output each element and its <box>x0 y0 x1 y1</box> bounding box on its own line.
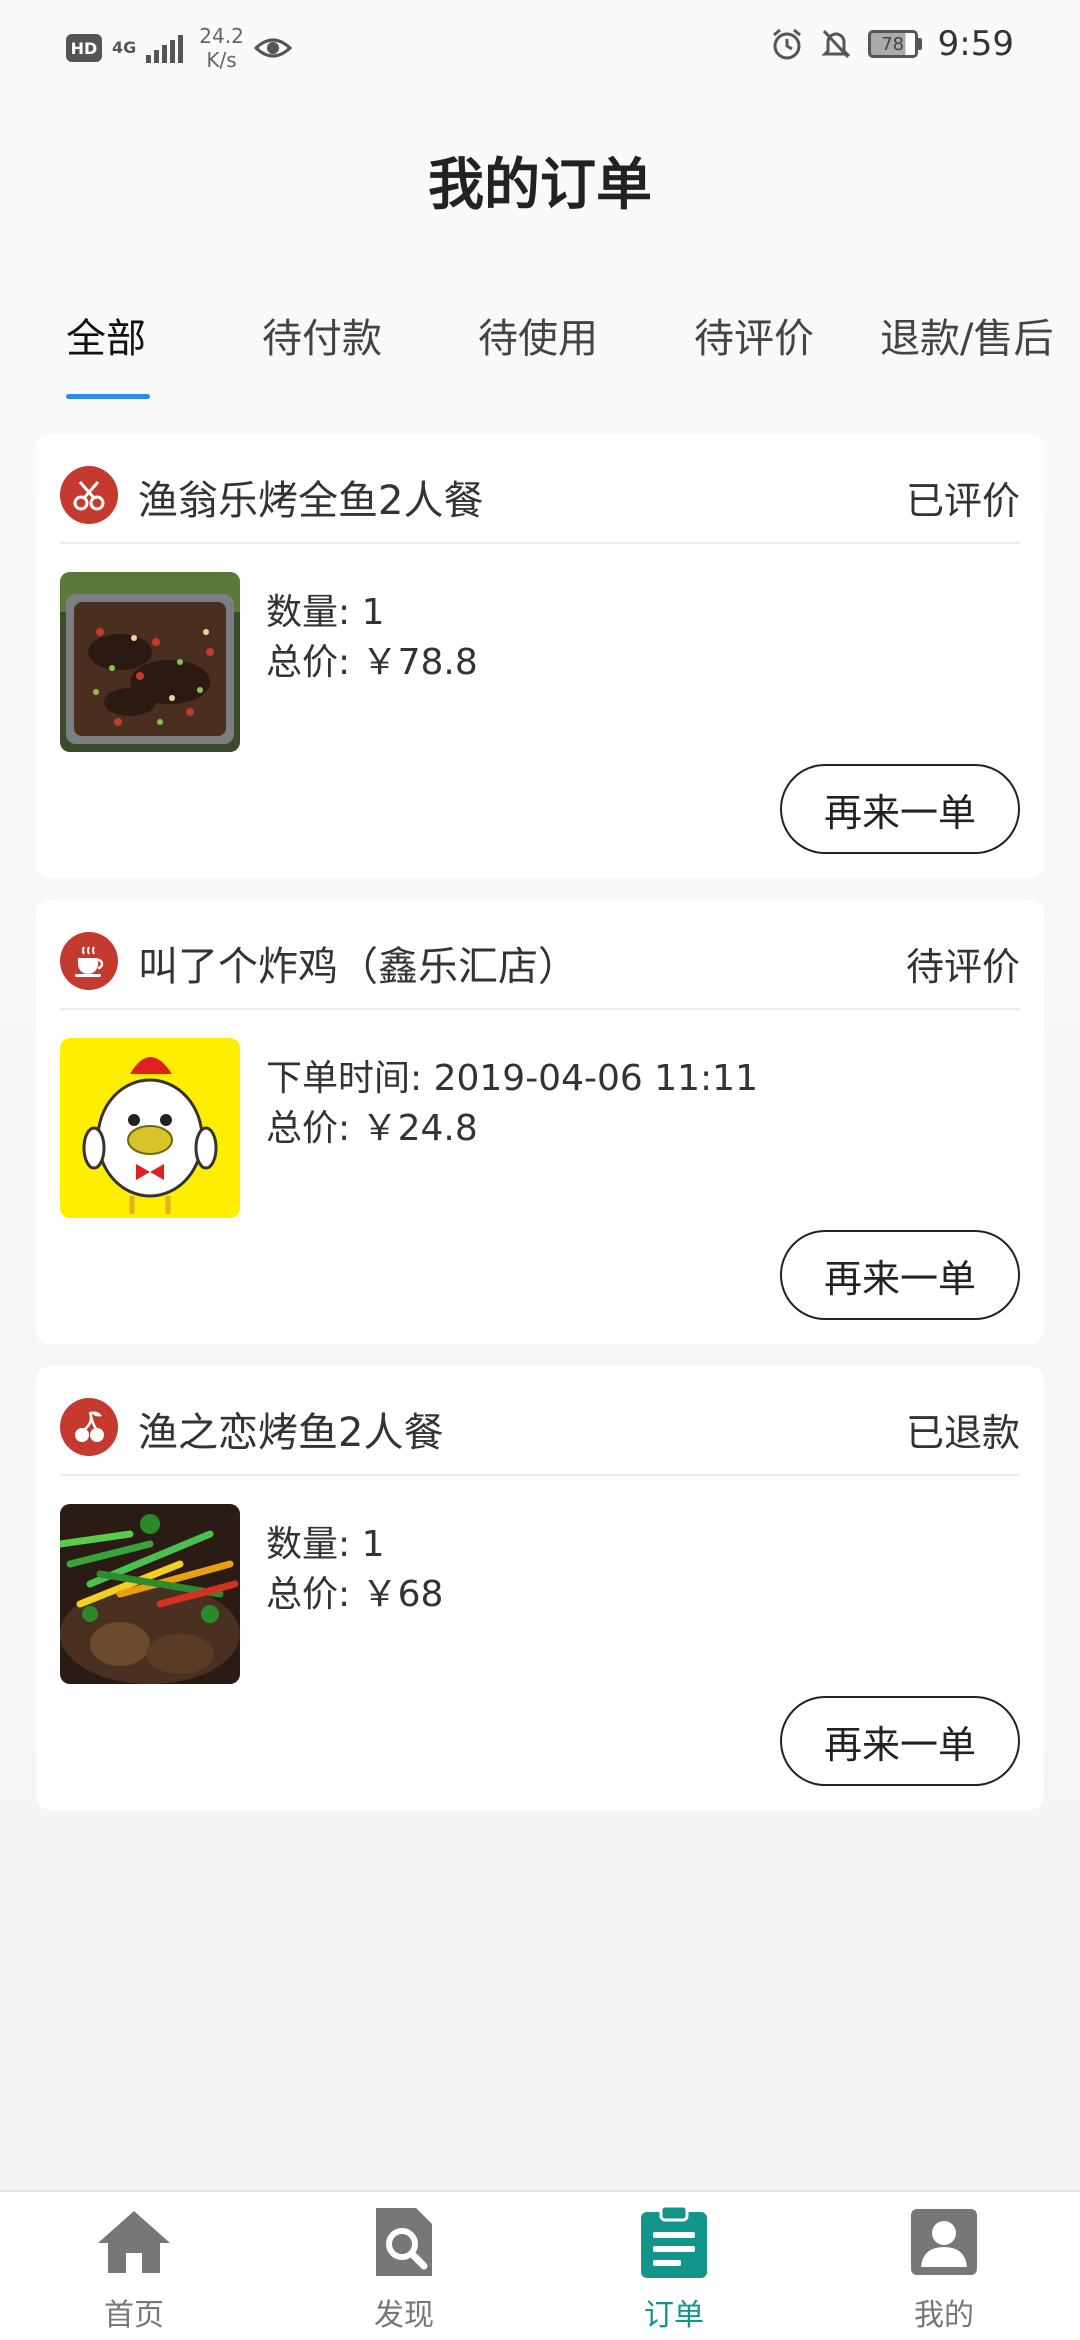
bottom-nav: 首页 发现 订单 我的 <box>0 2190 1080 2340</box>
battery-icon: 78 <box>867 30 922 58</box>
order-status: 已退款 <box>905 1411 1020 1455</box>
shop-name[interactable]: 叫了个炸鸡（鑫乐汇店） <box>138 934 578 992</box>
order-time: 下单时间: 2019-04-06 11:11 <box>266 1058 758 1099</box>
order-total: 总价: ￥78.8 <box>266 642 478 683</box>
network-speed-unit: K/s <box>206 48 237 72</box>
battery-level: 78 <box>867 30 918 58</box>
order-total: 总价: ￥68 <box>266 1574 444 1615</box>
reorder-button[interactable]: 再来一单 <box>780 764 1020 854</box>
scissors-icon <box>60 466 118 524</box>
order-info-line1: 数量: 1 <box>266 592 385 633</box>
order-card-header: 叫了个炸鸡（鑫乐汇店） 待评价 <box>60 900 1020 1010</box>
order-card[interactable]: 渔翁乐烤全鱼2人餐 已评价 数量: 1 总价: ￥78.8 再来一单 <box>36 434 1044 878</box>
order-card[interactable]: 渔之恋烤鱼2人餐 已退款 数量: 1 总价: ￥68 再来一单 <box>36 1366 1044 1810</box>
orders-clipboard-icon <box>636 2204 712 2280</box>
alarm-icon <box>772 28 801 60</box>
order-info: 数量: 1 总价: ￥68 <box>266 1520 443 1620</box>
status-bar: HD 4G 24.2 K/s 78 9:59 <box>0 0 1080 90</box>
reorder-button[interactable]: 再来一单 <box>780 1696 1020 1786</box>
nav-item-home[interactable]: 首页 <box>34 2204 234 2340</box>
status-right: 78 9:59 <box>770 24 1014 64</box>
shop-name[interactable]: 渔之恋烤鱼2人餐 <box>138 1400 443 1458</box>
nav-item-profile[interactable]: 我的 <box>844 2204 1044 2340</box>
product-image-chicken-mascot <box>60 1038 240 1218</box>
order-status: 待评价 <box>905 945 1020 989</box>
orders-screen: HD 4G 24.2 K/s 78 9:59 我的订单 全部 待付款 待使用 待… <box>0 0 1080 2340</box>
tab-pending-review[interactable]: 待评价 <box>694 306 814 364</box>
signal-icon <box>146 33 184 63</box>
tab-pending-use[interactable]: 待使用 <box>478 306 598 364</box>
product-image-grilled-fish-vegetables <box>60 1504 240 1684</box>
nav-label: 我的 <box>914 2298 974 2333</box>
order-card-header: 渔翁乐烤全鱼2人餐 已评价 <box>60 434 1020 544</box>
network-speed-value: 24.2 <box>199 24 244 48</box>
home-icon <box>96 2204 172 2280</box>
tab-refund[interactable]: 退款/售后 <box>880 306 1053 364</box>
tab-all[interactable]: 全部 <box>66 306 146 364</box>
nav-label: 发现 <box>374 2298 434 2333</box>
order-info: 下单时间: 2019-04-06 11:11 总价: ￥24.8 <box>266 1054 758 1154</box>
order-card[interactable]: 叫了个炸鸡（鑫乐汇店） 待评价 下单时间: 2019-04-06 11:11 总… <box>36 900 1044 1344</box>
hd-badge: HD <box>66 34 102 62</box>
clock: 9:59 <box>937 24 1014 64</box>
reorder-button[interactable]: 再来一单 <box>780 1230 1020 1320</box>
order-status: 已评价 <box>905 479 1020 523</box>
cherry-icon <box>60 1398 118 1456</box>
status-left: HD 4G 24.2 K/s <box>66 24 292 72</box>
shop-name[interactable]: 渔翁乐烤全鱼2人餐 <box>138 468 483 526</box>
nav-item-orders[interactable]: 订单 <box>574 2204 774 2340</box>
tab-active-indicator <box>66 394 150 399</box>
nav-label: 订单 <box>644 2298 704 2333</box>
profile-icon <box>906 2204 982 2280</box>
order-total: 总价: ￥24.8 <box>266 1108 478 1149</box>
nav-label: 首页 <box>104 2298 164 2333</box>
product-image-grilled-fish <box>60 572 240 752</box>
network-type: 4G <box>112 38 137 57</box>
discover-search-icon <box>366 2204 442 2280</box>
network-speed: 24.2 K/s <box>199 24 244 72</box>
page-title: 我的订单 <box>428 153 652 218</box>
nav-item-discover[interactable]: 发现 <box>304 2204 504 2340</box>
order-info: 数量: 1 总价: ￥78.8 <box>266 588 478 688</box>
order-tabs: 全部 待付款 待使用 待评价 退款/售后 <box>0 290 1080 410</box>
bell-muted-icon <box>821 29 851 59</box>
order-info-line1: 数量: 1 <box>266 1524 385 1565</box>
eye-icon <box>253 38 292 58</box>
order-card-header: 渔之恋烤鱼2人餐 已退款 <box>60 1366 1020 1476</box>
coffee-cup-icon <box>60 932 118 990</box>
tab-pending-payment[interactable]: 待付款 <box>262 306 382 364</box>
